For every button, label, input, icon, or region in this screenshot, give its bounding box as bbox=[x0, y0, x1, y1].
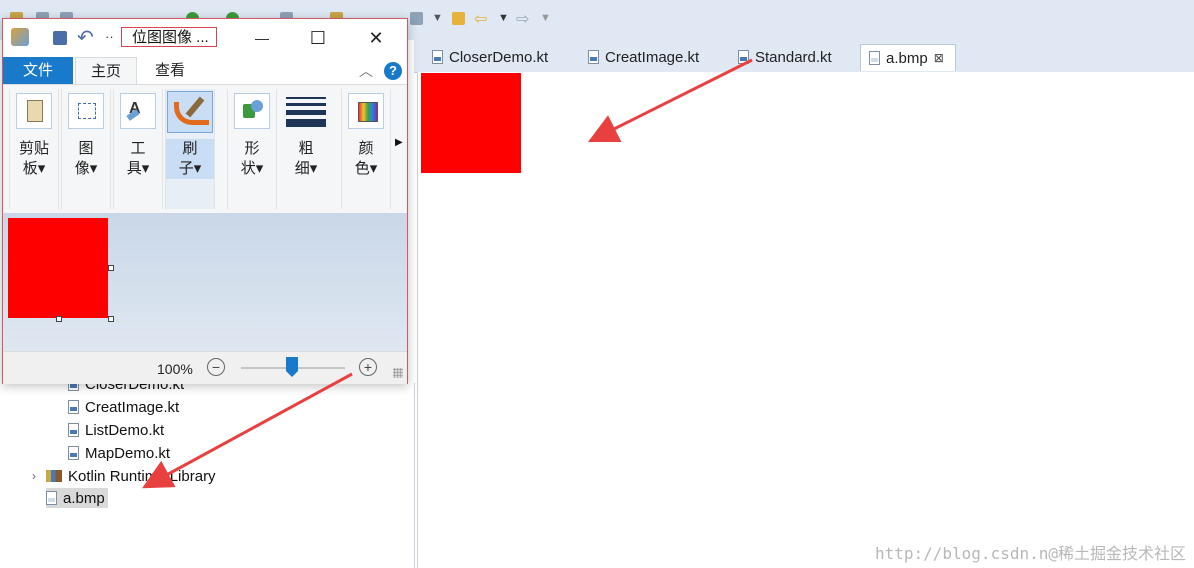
bitmap-file-icon bbox=[46, 491, 57, 505]
collapse-ribbon-icon[interactable]: ︿ bbox=[359, 61, 373, 81]
zoom-slider-thumb[interactable] bbox=[286, 357, 298, 377]
kotlin-file-icon bbox=[68, 400, 79, 414]
project-explorer: CloserDemo.kt CreatImage.kt ListDemo.kt … bbox=[0, 376, 415, 568]
zoom-in-button[interactable]: + bbox=[359, 358, 377, 376]
paint-window: ↶ ·· 位图图像 ... — ☐ ✕ 文件 主页 查看 ︿ ? 剪贴板▾ 图像… bbox=[2, 18, 408, 384]
tree-item-label: ListDemo.kt bbox=[85, 421, 165, 439]
tab-standard[interactable]: Standard.kt bbox=[732, 44, 838, 70]
kotlin-file-icon bbox=[432, 50, 443, 64]
tools-icon: A bbox=[120, 93, 156, 129]
group-label: 图 bbox=[78, 140, 94, 157]
clipboard-group[interactable]: 剪贴板▾ bbox=[9, 89, 59, 209]
close-button[interactable]: ✕ bbox=[353, 23, 399, 53]
group-label: 刷 bbox=[182, 140, 198, 157]
tab-label: CloserDemo.kt bbox=[449, 48, 549, 66]
resize-handle-bottom[interactable] bbox=[56, 316, 62, 322]
ribbon-scroll-right-icon[interactable]: ▶ bbox=[395, 137, 403, 148]
save-icon[interactable] bbox=[53, 31, 67, 45]
tree-item-mapdemo[interactable]: MapDemo.kt bbox=[68, 443, 170, 463]
bitmap-file-icon bbox=[869, 51, 880, 65]
group-label: 形 bbox=[244, 140, 260, 157]
ribbon-tabs: 文件 主页 查看 ︿ ? bbox=[3, 57, 407, 84]
bitmap-preview bbox=[421, 73, 521, 173]
zoom-out-button[interactable]: − bbox=[207, 358, 225, 376]
back-arrow-icon[interactable]: ⇦ bbox=[474, 9, 487, 29]
toolbar-chevron-down-icon[interactable]: ▼ bbox=[432, 12, 443, 24]
tools-group[interactable]: A 工具▾ bbox=[113, 89, 163, 209]
resize-handle-right[interactable] bbox=[108, 265, 114, 271]
help-icon[interactable]: ? bbox=[384, 62, 402, 80]
back-chevron-down-icon[interactable]: ▼ bbox=[498, 12, 509, 24]
kotlin-file-icon bbox=[588, 50, 599, 64]
toolbar-icon[interactable] bbox=[410, 12, 423, 25]
tab-close-icon[interactable]: ⊠ bbox=[934, 51, 944, 65]
tab-label: Standard.kt bbox=[755, 48, 832, 66]
clipboard-icon bbox=[16, 93, 52, 129]
image-group[interactable]: 图像▾ bbox=[61, 89, 111, 209]
group-label: 剪贴 bbox=[18, 140, 49, 157]
group-label: 色▾ bbox=[354, 160, 378, 177]
paint-statusbar: 100% − + bbox=[3, 351, 407, 384]
tree-item-label: Kotlin Runtime Library bbox=[68, 467, 216, 485]
group-label: 颜 bbox=[358, 140, 374, 157]
tree-item-label: CreatImage.kt bbox=[85, 398, 180, 416]
size-group[interactable]: 粗细▾ bbox=[281, 89, 331, 209]
group-label: 细▾ bbox=[294, 160, 318, 177]
paint-canvas[interactable] bbox=[8, 218, 108, 318]
group-label: 状▾ bbox=[240, 160, 264, 177]
tab-creatimage[interactable]: CreatImage.kt bbox=[582, 44, 705, 70]
forward-chevron-down-icon[interactable]: ▼ bbox=[540, 12, 551, 24]
tab-closerdemo[interactable]: CloserDemo.kt bbox=[426, 44, 554, 70]
tree-item-kotlin-runtime[interactable]: › Kotlin Runtime Library bbox=[32, 466, 216, 486]
group-label: 粗 bbox=[298, 140, 314, 157]
undo-icon[interactable]: ↶ bbox=[77, 25, 94, 50]
paint-titlebar: ↶ ·· 位图图像 ... — ☐ ✕ bbox=[3, 19, 407, 57]
maximize-button[interactable]: ☐ bbox=[295, 23, 341, 53]
zoom-level: 100% bbox=[157, 361, 193, 377]
shapes-group[interactable]: 形状▾ bbox=[227, 89, 277, 209]
paint-app-icon[interactable] bbox=[11, 28, 29, 46]
editor-tab-bar: CloserDemo.kt CreatImage.kt Standard.kt … bbox=[414, 40, 1194, 73]
tab-label: a.bmp bbox=[886, 49, 928, 67]
watermark: http://blog.csdn.n@稀土掘金技术社区 bbox=[874, 544, 1186, 563]
select-icon bbox=[68, 93, 104, 129]
resize-handle-corner[interactable] bbox=[108, 316, 114, 322]
tree-item-label: a.bmp bbox=[63, 489, 105, 507]
tree-item-a-bmp[interactable]: a.bmp bbox=[46, 488, 108, 508]
kotlin-file-icon bbox=[68, 446, 79, 460]
minimize-button[interactable]: — bbox=[239, 23, 285, 53]
tree-item-creatimage[interactable]: CreatImage.kt bbox=[68, 397, 179, 417]
ribbon: 剪贴板▾ 图像▾ A 工具▾ 刷子▾ bbox=[3, 84, 407, 214]
kotlin-file-icon bbox=[68, 423, 79, 437]
group-label: 板▾ bbox=[22, 160, 46, 177]
tab-home[interactable]: 主页 bbox=[75, 57, 137, 84]
line-width-icon bbox=[286, 93, 326, 129]
tab-label: CreatImage.kt bbox=[605, 48, 700, 66]
kotlin-file-icon bbox=[738, 50, 749, 64]
group-label: 工 bbox=[130, 140, 146, 157]
library-icon bbox=[46, 470, 62, 482]
forward-arrow-icon[interactable]: ⇨ bbox=[516, 9, 529, 29]
shapes-icon bbox=[234, 93, 270, 129]
tree-item-label: MapDemo.kt bbox=[85, 444, 171, 462]
last-edit-icon[interactable] bbox=[452, 12, 465, 25]
tree-item-listdemo[interactable]: ListDemo.kt bbox=[68, 420, 164, 440]
palette-icon bbox=[348, 93, 384, 129]
colors-group[interactable]: 颜色▾ bbox=[341, 89, 391, 209]
resize-grip-icon[interactable] bbox=[393, 368, 403, 378]
brushes-group[interactable]: 刷子▾ bbox=[165, 89, 215, 209]
group-label: 具▾ bbox=[126, 160, 150, 177]
group-label: 像▾ bbox=[74, 160, 98, 177]
tab-view[interactable]: 查看 bbox=[141, 57, 199, 84]
paint-canvas-area bbox=[3, 213, 407, 351]
group-label: 子▾ bbox=[178, 160, 202, 177]
brush-icon bbox=[167, 91, 213, 133]
window-title: 位图图像 ... bbox=[121, 27, 217, 47]
image-editor bbox=[417, 72, 1194, 568]
quick-access-more[interactable]: ·· bbox=[105, 29, 114, 44]
tab-a-bmp[interactable]: a.bmp ⊠ bbox=[860, 44, 956, 71]
tab-file[interactable]: 文件 bbox=[3, 57, 73, 84]
expand-chevron-icon[interactable]: › bbox=[32, 469, 46, 483]
